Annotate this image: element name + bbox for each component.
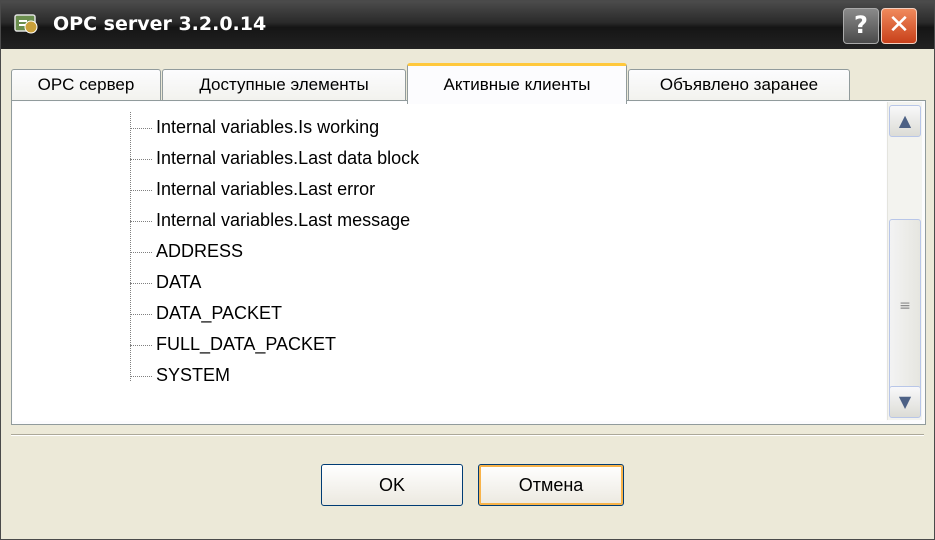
tree-item-label: Internal variables.Last data block [156, 148, 420, 168]
tree-item-label: Internal variables.Is working [156, 117, 380, 137]
tab-opc-server[interactable]: OPC сервер [11, 69, 161, 100]
app-icon [13, 11, 41, 37]
dialog-window: OPC server 3.2.0.14 ? ✕ OPC сервер Досту… [0, 0, 935, 540]
title-bar[interactable]: OPC server 3.2.0.14 ? ✕ [1, 1, 934, 49]
tab-declared-in-advance[interactable]: Объявлено заранее [628, 69, 850, 100]
tree-item-label: DATA_PACKET [156, 303, 283, 323]
tab-available-elements[interactable]: Доступные элементы [162, 69, 406, 100]
cancel-button[interactable]: Отмена [478, 464, 624, 506]
vertical-scrollbar[interactable]: ▲ ≡ ▼ [887, 102, 922, 420]
tab-active-clients[interactable]: Активные клиенты [407, 63, 627, 104]
scroll-down-icon[interactable]: ▼ [889, 386, 921, 418]
tree-item-label: DATA [156, 272, 202, 292]
tree-item-label: Internal variables.Last error [156, 179, 376, 199]
window-title: OPC server 3.2.0.14 [53, 13, 267, 35]
tree-item-label: Internal variables.Last message [156, 210, 411, 230]
ok-button[interactable]: OK [321, 464, 463, 506]
tab-panel: Internal variables.Is working Internal v… [11, 100, 926, 425]
scroll-up-icon[interactable]: ▲ [889, 105, 921, 137]
grip-icon: ≡ [899, 298, 911, 314]
footer-divider [11, 434, 924, 436]
tree-item-label: FULL_DATA_PACKET [156, 334, 337, 354]
tree-item-label: SYSTEM [156, 365, 231, 385]
tree-connector-line [130, 112, 131, 381]
tree-item-label: ADDRESS [156, 241, 244, 261]
help-button[interactable]: ? [843, 8, 879, 44]
close-button[interactable]: ✕ [881, 8, 917, 44]
scroll-thumb[interactable]: ≡ [889, 219, 921, 394]
tree-view[interactable]: Internal variables.Is working Internal v… [13, 102, 886, 421]
